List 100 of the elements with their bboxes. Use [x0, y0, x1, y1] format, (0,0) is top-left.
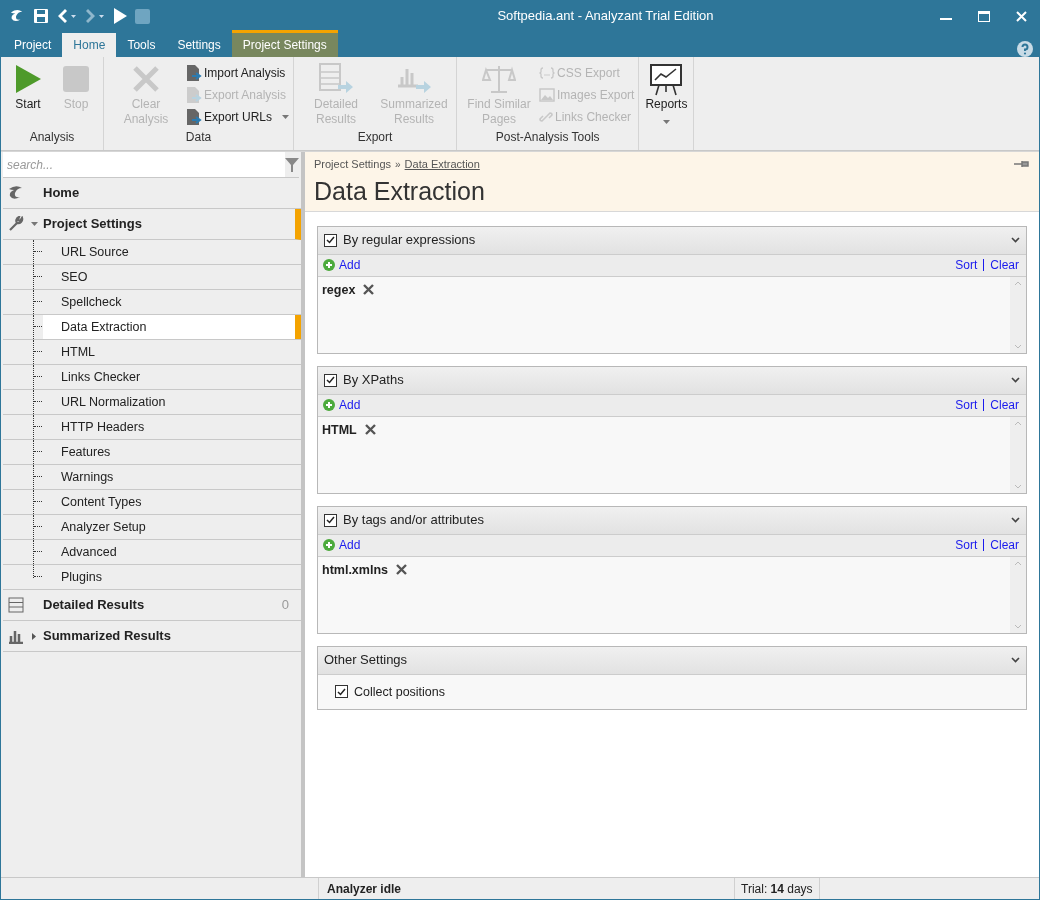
remove-icon	[396, 564, 407, 576]
nav-subitem[interactable]: HTML	[43, 340, 301, 364]
forward-icon	[85, 9, 105, 23]
group-label: Export	[356, 129, 394, 146]
sort-link[interactable]: Sort	[955, 536, 978, 554]
breadcrumb-separator: »	[395, 157, 401, 172]
entry-tag: HTML	[322, 420, 357, 440]
scrollbar[interactable]	[1010, 556, 1026, 633]
nav-subitem[interactable]: HTTP Headers	[43, 415, 301, 439]
ribbon-button[interactable]: Reports	[643, 61, 690, 124]
chevron-down-icon	[1011, 237, 1020, 243]
wrench-icon	[8, 216, 24, 232]
section-title: By tags and/or attributes	[343, 511, 485, 530]
play-icon	[14, 64, 42, 94]
scroll-up-icon[interactable]	[1014, 420, 1022, 426]
nav-item[interactable]: Detailed Results 0	[3, 590, 301, 621]
trial-status: Trial: 14 days	[741, 880, 813, 898]
nav-subitem[interactable]: Advanced	[43, 540, 301, 564]
ribbon-tab[interactable]: Project Settings	[231, 30, 338, 57]
breadcrumb-link[interactable]: Data Extraction	[404, 156, 480, 173]
plus-circle-icon	[323, 259, 335, 271]
nav-subitem[interactable]: Data Extraction	[43, 315, 301, 339]
chevron-down-icon	[1011, 657, 1020, 663]
scroll-down-icon[interactable]	[1014, 483, 1022, 489]
scales-icon	[482, 63, 517, 95]
nav-subitem[interactable]: Content Types	[43, 490, 301, 514]
sort-link[interactable]: Sort	[955, 396, 978, 414]
nav-subitem[interactable]: Warnings	[43, 465, 301, 489]
checkbox[interactable]	[324, 373, 337, 387]
braces-icon	[539, 67, 556, 79]
nav-subitem[interactable]: Plugins	[43, 565, 301, 589]
document-icon	[186, 108, 202, 126]
count-label: 0	[281, 596, 289, 615]
ribbon-button[interactable]: Export URLs	[186, 108, 290, 126]
scrollbar[interactable]	[1010, 416, 1026, 493]
presentation-chart-icon	[649, 62, 684, 96]
clear-link[interactable]: Clear	[990, 396, 1019, 414]
status-text: Analyzer idle	[319, 878, 735, 899]
ribbon-tab[interactable]: Project	[3, 33, 63, 57]
scroll-up-icon[interactable]	[1014, 280, 1022, 286]
nav-subitem[interactable]: SEO	[43, 265, 301, 289]
scroll-up-icon[interactable]	[1014, 560, 1022, 566]
play-icon	[113, 8, 127, 24]
ribbon-tab[interactable]: Tools	[116, 33, 167, 57]
nav-subitem[interactable]: Spellcheck	[43, 290, 301, 314]
close-icon	[132, 65, 160, 93]
nav-subitem[interactable]: Features	[43, 440, 301, 464]
checkbox[interactable]	[335, 685, 348, 699]
ribbon-button[interactable]: Start	[5, 61, 51, 112]
nav-item[interactable]: Summarized Results	[3, 621, 301, 652]
ribbon-tab[interactable]: Home	[62, 33, 117, 57]
close-button[interactable]	[1016, 10, 1027, 22]
document-icon	[186, 86, 202, 104]
ribbon-button[interactable]: Import Analysis	[186, 64, 290, 82]
scrollbar[interactable]	[1010, 276, 1026, 353]
add-link[interactable]: Add	[323, 256, 361, 274]
stop-icon	[135, 8, 150, 24]
breadcrumb-item: Project Settings	[314, 157, 392, 172]
ribbon-tab[interactable]: Settings	[166, 33, 232, 57]
link-icon	[539, 110, 554, 124]
document-icon	[186, 64, 202, 82]
add-link[interactable]: Add	[323, 536, 361, 554]
nav-subitem[interactable]: URL Source	[43, 240, 301, 264]
section-title: By regular expressions	[343, 231, 477, 250]
entry-tag: html.xmlns	[322, 560, 388, 580]
entry-tag: regex	[322, 280, 356, 300]
scroll-down-icon[interactable]	[1014, 343, 1022, 349]
group-label: Post-Analysis Tools	[494, 129, 601, 146]
nav-subitem[interactable]: URL Normalization	[43, 390, 301, 414]
maximize-button[interactable]	[978, 10, 990, 22]
clear-link[interactable]: Clear	[990, 536, 1019, 554]
section-title: By XPaths	[343, 371, 405, 390]
chevron-down-icon	[1011, 517, 1020, 523]
search-field[interactable]: search...	[3, 152, 285, 177]
nav-subitem[interactable]: Links Checker	[43, 365, 301, 389]
group-label: Data	[184, 129, 213, 146]
option-label: Collect positions	[354, 683, 445, 701]
stop-icon	[62, 65, 90, 93]
checkbox[interactable]	[324, 233, 337, 247]
image-icon	[539, 88, 556, 102]
nav-subitem[interactable]: Analyzer Setup	[43, 515, 301, 539]
remove-icon	[364, 424, 376, 436]
page-title: Data Extraction	[314, 175, 486, 207]
section-title: Other Settings	[324, 651, 409, 670]
nav-item[interactable]: Home	[3, 178, 301, 209]
remove-icon	[363, 284, 375, 296]
sort-link[interactable]: Sort	[955, 256, 978, 274]
plus-circle-icon	[323, 539, 335, 551]
save-icon	[33, 8, 49, 24]
plus-circle-icon	[323, 399, 335, 411]
add-link[interactable]: Add	[323, 396, 361, 414]
scroll-down-icon[interactable]	[1014, 623, 1022, 629]
clear-link[interactable]: Clear	[990, 256, 1019, 274]
list-export-icon	[318, 63, 355, 95]
checkbox[interactable]	[324, 513, 337, 527]
swirl-logo-icon	[9, 9, 25, 23]
group-label: Analysis	[28, 129, 76, 146]
back-icon	[57, 9, 77, 23]
chevron-down-icon	[1011, 377, 1020, 383]
pin-icon	[1014, 160, 1030, 169]
